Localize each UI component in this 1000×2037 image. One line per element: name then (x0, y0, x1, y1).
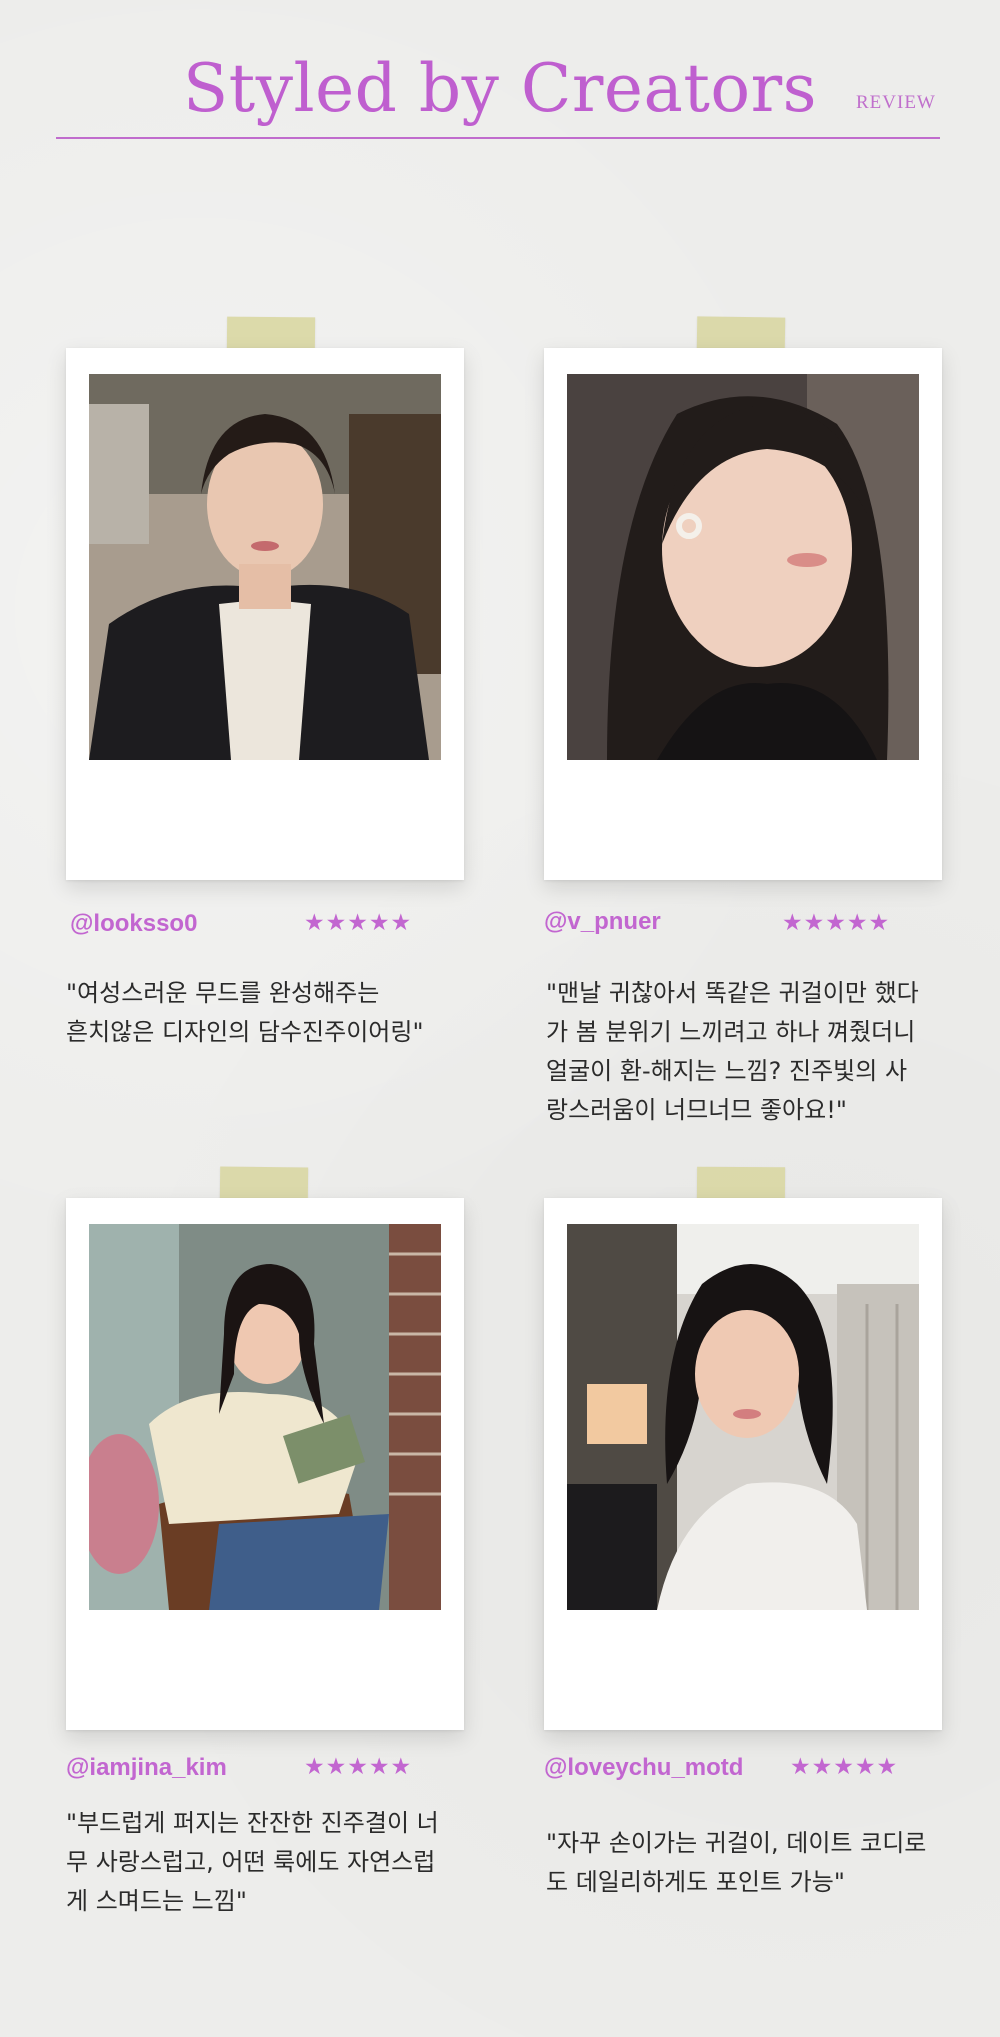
tape-2 (696, 316, 786, 352)
polaroid-card-4 (544, 1198, 942, 1730)
rating-stars-2: ★★★★★ (782, 910, 891, 936)
page-title: Styled by Creators (182, 50, 818, 127)
creator-handle-4[interactable]: @loveychu_motd (544, 1754, 743, 1782)
review-tag: REVIEW (856, 92, 936, 113)
creator-handle-2[interactable]: @v_pnuer (544, 908, 661, 936)
creator-photo-2 (567, 374, 919, 760)
rating-stars-4: ★★★★★ (790, 1754, 899, 1780)
polaroid-card-3 (66, 1198, 464, 1730)
rating-stars-1: ★★★★★ (304, 910, 413, 936)
tape-3 (219, 1166, 309, 1202)
creator-photo-3 (89, 1224, 441, 1610)
review-text-2: "맨날 귀찮아서 똑같은 귀걸이만 했다 가 봄 분위기 느끼려고 하나 껴줬더… (546, 979, 919, 1124)
review-text-4: "자꾸 손이가는 귀걸이, 데이트 코디로 도 데일리하게도 포인트 가능" (546, 1829, 927, 1896)
polaroid-card-1 (66, 348, 464, 880)
creator-handle-1[interactable]: @looksso0 (70, 910, 197, 938)
rating-stars-3: ★★★★★ (304, 1754, 413, 1780)
creator-photo-1 (89, 374, 441, 760)
header-divider (56, 137, 940, 139)
polaroid-card-2 (544, 348, 942, 880)
review-text-3: "부드럽게 퍼지는 잔잔한 진주결이 너 무 사랑스럽고, 어떤 룩에도 자연스… (66, 1809, 439, 1915)
tape-4 (696, 1166, 786, 1202)
creator-photo-4 (567, 1224, 919, 1610)
creator-handle-3[interactable]: @iamjina_kim (66, 1754, 227, 1782)
review-text-1: "여성스러운 무드를 완성해주는 흔치않은 디자인의 담수진주이어링" (66, 979, 424, 1046)
tape-1 (226, 316, 316, 352)
